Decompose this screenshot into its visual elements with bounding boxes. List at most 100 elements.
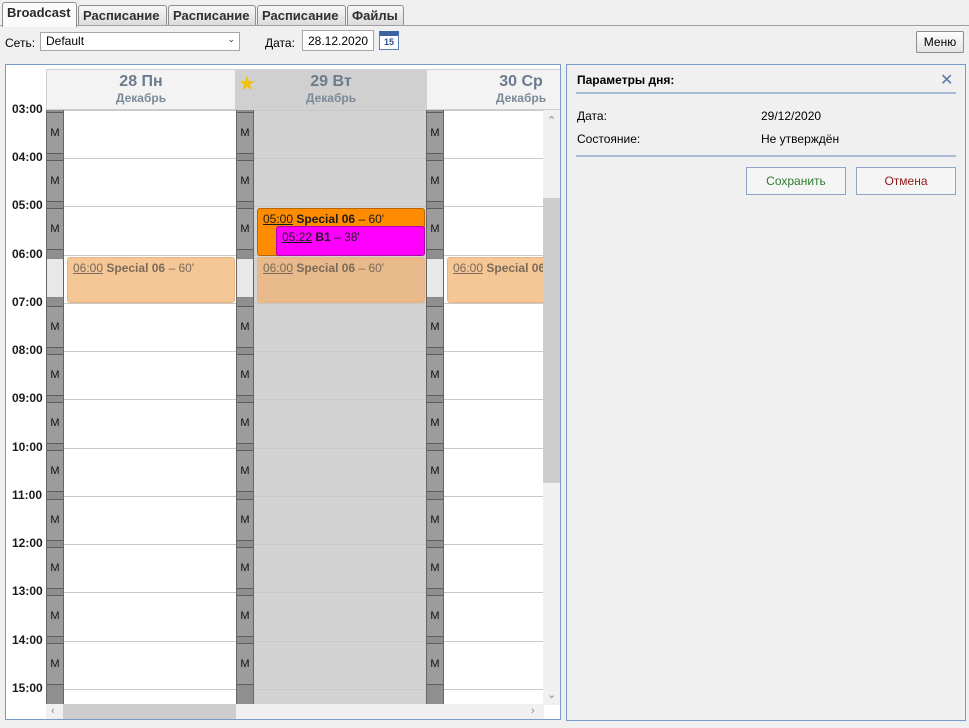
day-month: Декабрь bbox=[305, 91, 357, 105]
m-block[interactable]: M bbox=[47, 306, 63, 348]
block-stripe-wed: M M M M M M M M M M M bbox=[426, 110, 444, 705]
event-special-06-tue[interactable]: 06:00 Special 06 – 60' bbox=[257, 257, 425, 303]
time-label: 13:00 bbox=[12, 584, 43, 598]
event-title: Special 06 bbox=[106, 261, 166, 275]
time-label: 07:00 bbox=[12, 295, 43, 309]
date-input[interactable]: 28.12.2020 bbox=[302, 30, 374, 51]
day-parameters-panel: Параметры дня: ✕ Дата: 29/12/2020 Состоя… bbox=[566, 64, 966, 721]
date-param-value: 29/12/2020 bbox=[761, 109, 822, 123]
vertical-scrollbar[interactable]: ⌃ ⌄ bbox=[543, 110, 560, 705]
m-block[interactable]: M bbox=[237, 112, 253, 154]
tab-schedule-1[interactable]: Расписание bbox=[78, 5, 167, 25]
m-block[interactable]: M bbox=[237, 595, 253, 637]
event-time: 05:22 bbox=[282, 230, 313, 244]
m-block[interactable]: M bbox=[47, 160, 63, 202]
m-block[interactable]: M bbox=[237, 306, 253, 348]
time-label: 09:00 bbox=[12, 391, 43, 405]
day-month: Декабрь bbox=[115, 91, 167, 105]
menu-button[interactable]: Меню bbox=[916, 31, 964, 53]
m-block[interactable]: M bbox=[427, 354, 443, 396]
tab-schedule-3[interactable]: Расписание bbox=[257, 5, 346, 25]
event-duration: – 60' bbox=[358, 261, 385, 275]
day-number: 28 Пн bbox=[119, 73, 163, 90]
event-b1[interactable]: 05:22 B1 – 38' bbox=[276, 226, 425, 256]
time-column: 03:00 04:00 05:00 06:00 07:00 08:00 09:0… bbox=[6, 102, 46, 705]
event-title: Special 06 bbox=[486, 261, 546, 275]
horizontal-scrollbar[interactable]: ‹ › bbox=[46, 704, 544, 719]
chevron-down-icon: ⌄ bbox=[227, 34, 235, 44]
time-label: 06:00 bbox=[12, 247, 43, 261]
today-star-icon: ★ bbox=[238, 73, 256, 95]
scroll-left-icon[interactable]: ‹ bbox=[51, 705, 55, 717]
m-block[interactable]: M bbox=[427, 160, 443, 202]
block-stripe-mon: M M M M M M M M M M M bbox=[46, 110, 64, 705]
m-block[interactable]: M bbox=[47, 402, 63, 444]
m-block[interactable]: M bbox=[427, 112, 443, 154]
horizontal-scroll-thumb[interactable] bbox=[63, 704, 236, 719]
day-header-tue[interactable]: 29 Вт Декабрь bbox=[236, 69, 426, 110]
event-duration: – 60' bbox=[168, 261, 195, 275]
state-value: Не утверждён bbox=[761, 132, 840, 146]
event-special-06-wed[interactable]: 06:00 Special 06 bbox=[447, 257, 547, 303]
m-block[interactable]: M bbox=[237, 354, 253, 396]
m-block[interactable]: M bbox=[237, 160, 253, 202]
save-button[interactable]: Сохранить bbox=[746, 167, 846, 195]
close-icon[interactable]: ✕ bbox=[940, 70, 953, 90]
m-block[interactable]: M bbox=[237, 643, 253, 685]
network-value: Default bbox=[46, 34, 85, 48]
m-block[interactable]: M bbox=[47, 450, 63, 492]
tab-broadcast[interactable]: Broadcast bbox=[2, 2, 77, 27]
cancel-button[interactable]: Отмена bbox=[856, 167, 956, 195]
m-block[interactable]: M bbox=[427, 547, 443, 589]
time-label: 05:00 bbox=[12, 198, 43, 212]
m-block[interactable]: M bbox=[427, 208, 443, 250]
m-block[interactable]: M bbox=[47, 595, 63, 637]
m-block[interactable]: M bbox=[47, 499, 63, 541]
m-block[interactable]: M bbox=[427, 402, 443, 444]
calendar-icon[interactable]: 15 bbox=[379, 31, 399, 50]
m-block[interactable]: M bbox=[427, 306, 443, 348]
date-param-label: Дата: bbox=[577, 109, 607, 123]
time-label: 11:00 bbox=[12, 488, 43, 502]
day-number: 30 Ср bbox=[499, 73, 543, 90]
event-special-06-mon[interactable]: 06:00 Special 06 – 60' bbox=[67, 257, 235, 303]
week-calendar: 28 Пн Декабрь 29 Вт Декабрь ★ 30 Ср Дека… bbox=[5, 64, 561, 720]
vertical-scroll-thumb[interactable] bbox=[543, 198, 560, 483]
day-month: Декабрь bbox=[495, 91, 547, 105]
day-header-wed[interactable]: 30 Ср Декабрь bbox=[426, 69, 560, 110]
m-block[interactable]: M bbox=[427, 450, 443, 492]
m-block[interactable]: M bbox=[237, 499, 253, 541]
m-block[interactable]: M bbox=[427, 595, 443, 637]
m-block[interactable]: M bbox=[47, 547, 63, 589]
time-label: 12:00 bbox=[12, 536, 43, 550]
tab-schedule-2[interactable]: Расписание bbox=[168, 5, 256, 25]
m-block[interactable]: M bbox=[47, 208, 63, 250]
day-number: 29 Вт bbox=[310, 73, 352, 90]
tab-files[interactable]: Файлы bbox=[347, 5, 404, 25]
m-block[interactable]: M bbox=[237, 402, 253, 444]
event-time: 06:00 bbox=[263, 261, 294, 275]
day-column-mon[interactable] bbox=[64, 110, 236, 705]
scroll-up-icon[interactable]: ⌃ bbox=[547, 114, 556, 127]
m-block[interactable]: M bbox=[237, 547, 253, 589]
panel-title: Параметры дня: bbox=[577, 73, 675, 87]
m-block[interactable]: M bbox=[47, 112, 63, 154]
scroll-right-icon[interactable]: › bbox=[531, 705, 535, 717]
m-block[interactable]: M bbox=[427, 499, 443, 541]
day-column-wed[interactable] bbox=[444, 110, 543, 705]
day-header-mon[interactable]: 28 Пн Декабрь bbox=[46, 69, 236, 110]
time-label: 04:00 bbox=[12, 150, 43, 164]
divider bbox=[576, 155, 956, 157]
m-block[interactable]: M bbox=[237, 450, 253, 492]
m-block[interactable]: M bbox=[237, 208, 253, 250]
event-title: B1 bbox=[315, 230, 331, 244]
day-column-tue[interactable] bbox=[254, 110, 426, 705]
scroll-down-icon[interactable]: ⌄ bbox=[547, 688, 556, 701]
m-block[interactable]: M bbox=[427, 643, 443, 685]
divider bbox=[576, 92, 956, 94]
m-block[interactable]: M bbox=[47, 354, 63, 396]
block-stripe-tue: M M M M M M M M M M M bbox=[236, 110, 254, 705]
network-select[interactable]: Default ⌄ bbox=[40, 32, 240, 51]
m-block[interactable]: M bbox=[47, 643, 63, 685]
event-title: Special 06 bbox=[296, 261, 356, 275]
